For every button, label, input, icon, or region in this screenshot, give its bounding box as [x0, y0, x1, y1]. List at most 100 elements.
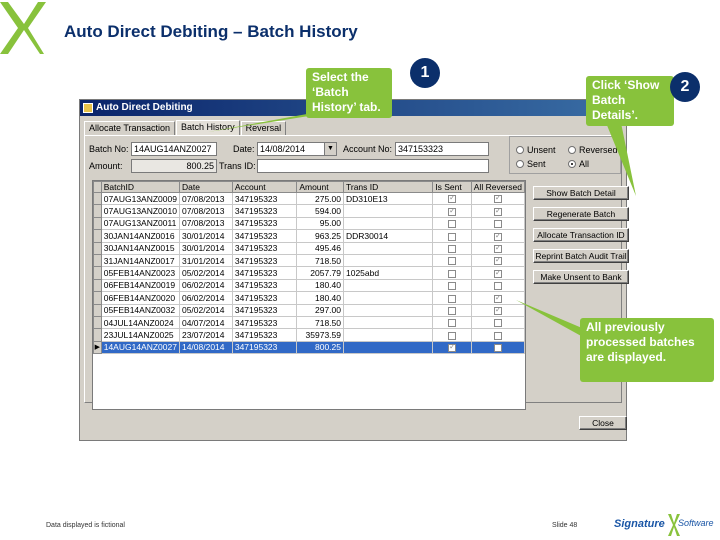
header-all-reversed[interactable]: All Reversed: [470, 181, 525, 193]
radio-unsent[interactable]: Unsent: [516, 145, 556, 155]
date-field[interactable]: 14/08/2014 ▼: [257, 142, 337, 156]
close-button[interactable]: Close: [579, 416, 627, 430]
checkbox[interactable]: [448, 331, 456, 340]
checkbox[interactable]: [448, 194, 456, 204]
checkbox[interactable]: [448, 232, 456, 241]
row-indicator: [93, 229, 102, 243]
cell-trans-id: 1025abd: [342, 266, 434, 280]
cell-is-sent: [432, 278, 472, 293]
trans-id-field[interactable]: [257, 159, 489, 173]
table-row[interactable]: ▶ 14AUG14ANZ0027 14/08/2014 347195323 800.25: [93, 340, 525, 355]
batch-history-grid[interactable]: BatchID Date Account Amount Trans ID Is …: [92, 180, 526, 410]
radio-all[interactable]: All: [568, 159, 589, 169]
checkbox[interactable]: [448, 294, 456, 303]
tab-allocate-transaction[interactable]: Allocate Transaction: [84, 121, 176, 135]
table-row[interactable]: 31JAN14ANZ0017 31/01/2014 347195323 718.50: [93, 253, 525, 268]
checkbox[interactable]: [448, 220, 456, 229]
checkbox[interactable]: [448, 245, 456, 253]
cell-all-reversed: [470, 241, 525, 255]
checkbox[interactable]: [493, 206, 502, 216]
batch-no-label: Batch No:: [89, 144, 129, 154]
filter-group: Unsent Reversed Sent All: [509, 136, 621, 174]
cell-all-reversed: [470, 315, 525, 330]
checkbox[interactable]: [493, 194, 502, 204]
app-icon: [83, 103, 93, 113]
tab-batch-history[interactable]: Batch History: [176, 120, 240, 135]
checkbox[interactable]: [493, 220, 502, 229]
account-no-field[interactable]: 347153323: [395, 142, 489, 156]
table-row[interactable]: 04JUL14ANZ0024 04/07/2014 347195323 718.50: [93, 315, 525, 330]
cell-amount: 297.00: [296, 303, 344, 317]
checkbox[interactable]: [493, 344, 502, 353]
table-row[interactable]: 30JAN14ANZ0016 30/01/2014 347195323 963.25 D…: [93, 229, 525, 243]
batch-no-field[interactable]: 14AUG14ANZ0027: [131, 142, 217, 156]
checkbox[interactable]: [448, 342, 456, 353]
cell-all-reversed: [470, 216, 525, 231]
cell-amount: 800.25: [296, 340, 344, 355]
amount-field[interactable]: 800.25: [131, 159, 217, 173]
checkbox[interactable]: [448, 206, 456, 216]
checkbox[interactable]: [448, 319, 456, 328]
row-indicator: [93, 253, 102, 268]
cell-account: 347195323: [231, 191, 298, 206]
cell-account: 347195323: [231, 315, 298, 330]
checkbox[interactable]: [493, 331, 502, 340]
cell-all-reversed: [470, 266, 525, 280]
table-row[interactable]: 07AUG13ANZ0011 07/08/2013 347195323 95.00: [93, 216, 525, 231]
checkbox[interactable]: [448, 306, 456, 315]
header-is-sent[interactable]: Is Sent: [432, 181, 472, 193]
step-badge-2: 2: [670, 72, 700, 102]
table-row[interactable]: 23JUL14ANZ0025 23/07/2014 347195323 35973.5…: [93, 328, 525, 342]
cell-trans-id: [342, 340, 434, 355]
cell-batch-id: 30JAN14ANZ0015: [100, 241, 180, 255]
row-indicator: [93, 278, 102, 293]
cell-amount: 180.40: [296, 291, 344, 305]
header-amount[interactable]: Amount: [296, 181, 344, 193]
checkbox[interactable]: [448, 269, 456, 278]
reprint-batch-audit-trail-button[interactable]: Reprint Batch Audit Trail: [533, 249, 629, 263]
cell-date: 23/07/2014: [178, 328, 233, 342]
header-account[interactable]: Account: [231, 181, 298, 193]
checkbox[interactable]: [493, 268, 502, 278]
checkbox[interactable]: [493, 319, 502, 328]
regenerate-batch-button[interactable]: Regenerate Batch: [533, 207, 629, 221]
cell-batch-id: 14AUG14ANZ0027: [100, 340, 180, 355]
table-row[interactable]: 30JAN14ANZ0015 30/01/2014 347195323 495.46: [93, 241, 525, 255]
checkbox[interactable]: [493, 305, 502, 315]
cell-date: 30/01/2014: [178, 229, 233, 243]
checkbox[interactable]: [493, 255, 502, 266]
checkbox[interactable]: [493, 293, 502, 303]
tab-reversal[interactable]: Reversal: [240, 121, 287, 135]
table-row[interactable]: 06FEB14ANZ0020 06/02/2014 347195323 180.40: [93, 291, 525, 305]
checkbox[interactable]: [448, 282, 456, 291]
date-value: 14/08/2014: [260, 144, 306, 154]
radio-reversed[interactable]: Reversed: [568, 145, 618, 155]
brand-signature: Signature: [614, 518, 665, 530]
header-date[interactable]: Date: [178, 181, 233, 193]
table-row[interactable]: 05FEB14ANZ0023 05/02/2014 347195323 2057.79…: [93, 266, 525, 280]
table-row[interactable]: 07AUG13ANZ0010 07/08/2013 347195323 594.00: [93, 204, 525, 218]
table-row[interactable]: 05FEB14ANZ0032 05/02/2014 347195323 297.00: [93, 303, 525, 317]
checkbox[interactable]: [493, 243, 502, 253]
show-batch-detail-button[interactable]: Show Batch Detail: [533, 186, 629, 200]
checkbox[interactable]: [448, 257, 456, 266]
radio-sent[interactable]: Sent: [516, 159, 546, 169]
header-batch-id[interactable]: BatchID: [100, 181, 180, 193]
callout-2-text: Click ‘Show Batch Details’.: [592, 78, 660, 122]
allocate-transaction-id-button[interactable]: Allocate Transaction ID: [533, 228, 629, 242]
date-label: Date:: [233, 144, 255, 154]
checkbox[interactable]: [493, 282, 502, 291]
cell-is-sent: [432, 216, 472, 231]
checkbox[interactable]: [493, 231, 502, 241]
header-trans-id[interactable]: Trans ID: [342, 181, 434, 193]
make-unsent-to-bank-button[interactable]: Make Unsent to Bank: [533, 270, 629, 284]
chevron-down-icon[interactable]: ▼: [324, 143, 336, 155]
table-row[interactable]: 06FEB14ANZ0019 06/02/2014 347195323 180.40: [93, 278, 525, 293]
account-no-label: Account No:: [343, 144, 393, 154]
cell-batch-id: 31JAN14ANZ0017: [100, 253, 180, 268]
footer-disclaimer: Data displayed is fictional: [46, 522, 125, 529]
row-indicator: [93, 216, 102, 231]
row-indicator: [93, 191, 102, 206]
table-row[interactable]: 07AUG13ANZ0009 07/08/2013 347195323 275.00 D…: [93, 191, 525, 206]
cell-amount: 180.40: [296, 278, 344, 293]
